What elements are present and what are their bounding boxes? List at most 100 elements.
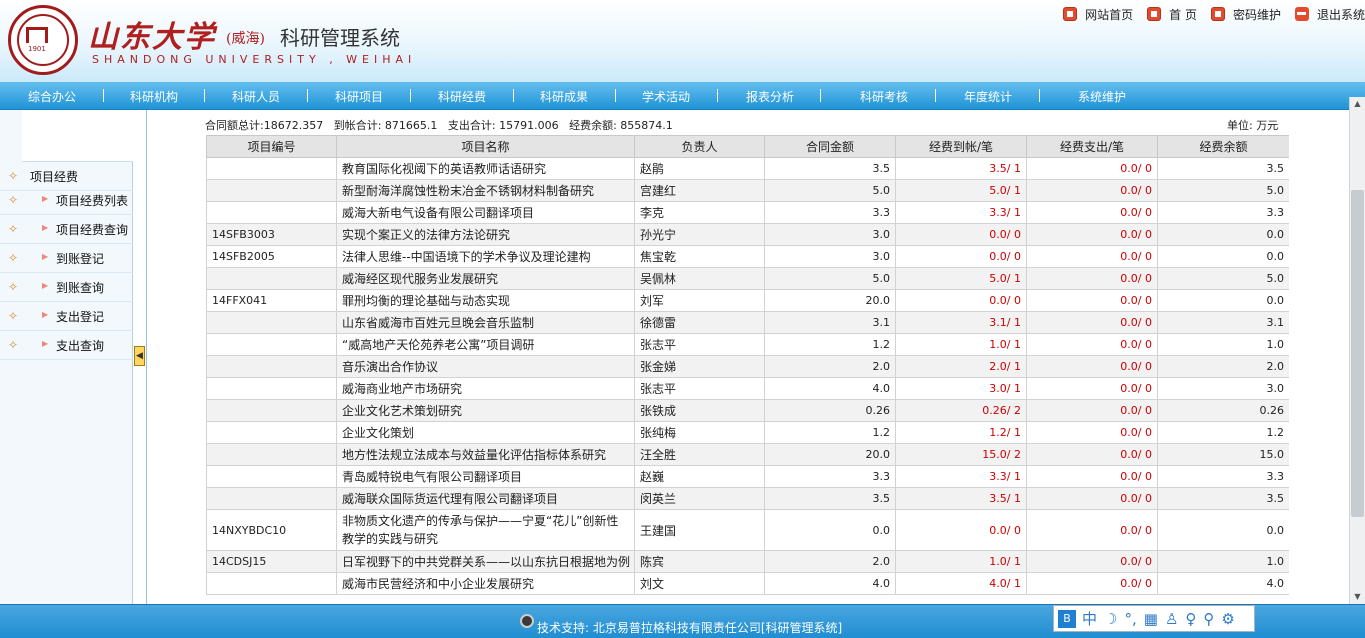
col-header-code[interactable]: 项目编号 xyxy=(206,135,337,158)
table-row[interactable]: 威海经区现代服务业发展研究 吴佩林 5.0 5.0/ 1 0.0/ 0 5.0 xyxy=(206,267,1289,290)
col-header-person[interactable]: 负责人 xyxy=(634,135,765,158)
cell-contract: 3.3 xyxy=(764,465,896,488)
funding-summary: 合同额总计:18672.357 到帐合计: 871665.1 支出合计: 157… xyxy=(205,117,680,133)
table-row[interactable]: 山东省威海市百姓元旦晚会音乐监制 徐德雷 3.1 3.1/ 1 0.0/ 0 3.1 xyxy=(206,311,1289,334)
nav-annual[interactable]: 年度统计 xyxy=(964,88,1012,105)
table-row[interactable]: 14SFB2005 法律人思维--中国语境下的学术争议及理论建构 焦宝乾 3.0 0.0… xyxy=(206,245,1289,268)
unit-label: 单位: 万元 xyxy=(1227,119,1279,132)
cell-expense: 0.0/ 0 xyxy=(1026,509,1158,551)
sidebar-item-funding-list[interactable]: ✧ ▶ 项目经费列表 xyxy=(0,186,133,215)
table-row[interactable]: 14FFX041 罪刑均衡的理论基础与动态实现 刘军 20.0 0.0/ 0 0.0/ 0… xyxy=(206,289,1289,312)
nav-funding[interactable]: 科研经费 xyxy=(438,88,486,105)
cell-person: 王建国 xyxy=(634,509,765,551)
link-logout[interactable]: 退出系统 xyxy=(1294,5,1365,23)
table-row[interactable]: 企业文化策划 张纯梅 1.2 1.2/ 1 0.0/ 0 1.2 xyxy=(206,421,1289,444)
cell-code xyxy=(206,465,337,488)
sidebar-collapse-toggle[interactable]: ◀ xyxy=(134,346,145,366)
search-icon[interactable]: ⚲ xyxy=(1203,610,1214,628)
col-header-balance[interactable]: 经费余额 xyxy=(1157,135,1289,158)
cell-contract: 0.0 xyxy=(764,509,896,551)
gear-icon[interactable]: ⚙ xyxy=(1221,610,1234,628)
table-row[interactable]: 14SFB3003 实现个案正义的法律方法论研究 孙光宁 3.0 0.0/ 0 0.0/ … xyxy=(206,223,1289,246)
nav-assessment[interactable]: 科研考核 xyxy=(860,88,908,105)
cell-expense: 0.0/ 0 xyxy=(1026,443,1158,466)
table-row[interactable]: 新型耐海洋腐蚀性粉末冶金不锈钢材料制备研究 宫建红 5.0 5.0/ 1 0.0/ 05… xyxy=(206,179,1289,202)
cell-name: “威高地产天伦苑养老公寓”项目调研 xyxy=(336,333,635,356)
cell-contract: 0.26 xyxy=(764,399,896,422)
cell-balance: 5.0 xyxy=(1157,179,1289,202)
table-row[interactable]: 14CDSJ15 日军视野下的中共党群关系——以山东抗日根据地为例 陈宾 2.0 1.0… xyxy=(206,550,1289,573)
nav-achievements[interactable]: 科研成果 xyxy=(540,88,588,105)
table-row[interactable]: 14NXYBDC10 非物质文化遗产的传承与保护——宁夏“花儿”创新性教学的实践与… xyxy=(206,509,1289,551)
shirt-icon[interactable]: ♙ xyxy=(1165,610,1178,628)
main-nav: 综合办公 科研机构 科研人员 科研项目 科研经费 科研成果 学术活动 报表分析 … xyxy=(0,82,1365,110)
cell-balance: 4.0 xyxy=(1157,572,1289,595)
cell-name: 企业文化艺术策划研究 xyxy=(336,399,635,422)
sidebar-item-expense-register[interactable]: ✧ ▶ 支出登记 xyxy=(0,302,133,331)
sidebar-item-receipt-query[interactable]: ✧ ▶ 到账查询 xyxy=(0,273,133,302)
col-header-expense[interactable]: 经费支出/笔 xyxy=(1026,135,1158,158)
table-row[interactable]: 威海市民营经济和中小企业发展研究 刘文 4.0 4.0/ 1 0.0/ 0 4.0 xyxy=(206,572,1289,595)
sidebar-item-funding-query[interactable]: ✧ ▶ 项目经费查询 xyxy=(0,215,133,244)
cell-person: 张金娣 xyxy=(634,355,765,378)
ime-language-toggle[interactable]: 中 xyxy=(1082,608,1097,629)
table-row[interactable]: 地方性法规立法成本与效益量化评估指标体系研究 汪全胜 20.0 15.0/ 2 0.0/… xyxy=(206,443,1289,466)
cell-received: 0.0/ 0 xyxy=(895,223,1027,246)
link-home[interactable]: 首 页 xyxy=(1147,5,1197,23)
table-row[interactable]: 教育国际化视阈下的英语教师话语研究 赵鹃 3.5 3.5/ 1 0.0/ 0 3.5 xyxy=(206,157,1289,180)
scrollbar-thumb[interactable] xyxy=(1351,190,1364,517)
nav-personnel[interactable]: 科研人员 xyxy=(232,88,280,105)
ime-toolbar[interactable]: B 中 ☽ °, ▦ ♙ ♀ ⚲ ⚙ xyxy=(1053,605,1255,632)
cell-balance: 3.5 xyxy=(1157,157,1289,180)
sidebar-item-receipt-register[interactable]: ✧ ▶ 到账登记 xyxy=(0,244,133,273)
cell-code xyxy=(206,333,337,356)
nav-office[interactable]: 综合办公 xyxy=(28,88,76,105)
nav-reports[interactable]: 报表分析 xyxy=(746,88,794,105)
table-row[interactable]: 威海商业地产市场研究 张志平 4.0 3.0/ 1 0.0/ 0 3.0 xyxy=(206,377,1289,400)
link-website-home[interactable]: 网站首页 xyxy=(1063,5,1133,23)
cell-balance: 0.0 xyxy=(1157,289,1289,312)
nav-institution[interactable]: 科研机构 xyxy=(130,88,178,105)
cell-code xyxy=(206,572,337,595)
table-row[interactable]: 企业文化艺术策划研究 张铁成 0.26 0.26/ 2 0.0/ 0 0.26 xyxy=(206,399,1289,422)
header: 1901 山东大学 (威海) 科研管理系统 SHANDONG UNIVERSIT… xyxy=(0,0,1365,82)
cell-person: 宫建红 xyxy=(634,179,765,202)
scroll-up-icon[interactable]: ▲ xyxy=(1350,97,1365,111)
scroll-down-icon[interactable]: ▼ xyxy=(1350,590,1365,604)
user-icon[interactable]: ♀ xyxy=(1185,610,1196,628)
moon-icon[interactable]: ☽ xyxy=(1104,610,1117,628)
ime-logo-icon[interactable]: B xyxy=(1058,609,1076,628)
cell-code: 14CDSJ15 xyxy=(206,550,337,573)
col-header-received[interactable]: 经费到帐/笔 xyxy=(895,135,1027,158)
cell-name: 新型耐海洋腐蚀性粉末冶金不锈钢材料制备研究 xyxy=(336,179,635,202)
table-row[interactable]: “威高地产天伦苑养老公寓”项目调研 张志平 1.2 1.0/ 1 0.0/ 0 1.0 xyxy=(206,333,1289,356)
table-row[interactable]: 威海联众国际货运代理有限公司翻译项目 闵英兰 3.5 3.5/ 1 0.0/ 0 3.5 xyxy=(206,487,1289,510)
keyboard-icon[interactable]: ▦ xyxy=(1144,610,1158,628)
cell-expense: 0.0/ 0 xyxy=(1026,377,1158,400)
table-row[interactable]: 威海大新电气设备有限公司翻译项目 李克 3.3 3.3/ 1 0.0/ 0 3.3 xyxy=(206,201,1289,224)
nav-projects[interactable]: 科研项目 xyxy=(335,88,383,105)
link-password[interactable]: 密码维护 xyxy=(1210,5,1281,23)
cell-balance: 3.3 xyxy=(1157,465,1289,488)
cell-contract: 3.5 xyxy=(764,487,896,510)
cell-code xyxy=(206,377,337,400)
cell-received: 5.0/ 1 xyxy=(895,267,1027,290)
cell-balance: 1.2 xyxy=(1157,421,1289,444)
cell-received: 0.0/ 0 xyxy=(895,509,1027,551)
nav-academic[interactable]: 学术活动 xyxy=(642,88,690,105)
cell-person: 孙光宁 xyxy=(634,223,765,246)
nav-system[interactable]: 系统维护 xyxy=(1078,88,1126,105)
table-row[interactable]: 音乐演出合作协议 张金娣 2.0 2.0/ 1 0.0/ 0 2.0 xyxy=(206,355,1289,378)
table-row[interactable]: 青岛威特锐电气有限公司翻译项目 赵巍 3.3 3.3/ 1 0.0/ 0 3.3 xyxy=(206,465,1289,488)
col-header-contract[interactable]: 合同金额 xyxy=(764,135,896,158)
cell-expense: 0.0/ 0 xyxy=(1026,157,1158,180)
cell-contract: 5.0 xyxy=(764,267,896,290)
cell-name: 实现个案正义的法律方法论研究 xyxy=(336,223,635,246)
cell-code xyxy=(206,157,337,180)
vertical-scrollbar[interactable]: ▲ ▼ xyxy=(1349,97,1365,604)
star-icon: ✧ xyxy=(8,280,19,294)
punctuation-icon[interactable]: °, xyxy=(1124,610,1136,628)
sidebar-item-expense-query[interactable]: ✧ ▶ 支出查询 xyxy=(0,331,133,360)
star-icon: ✧ xyxy=(8,169,19,183)
col-header-name[interactable]: 项目名称 xyxy=(336,135,635,158)
